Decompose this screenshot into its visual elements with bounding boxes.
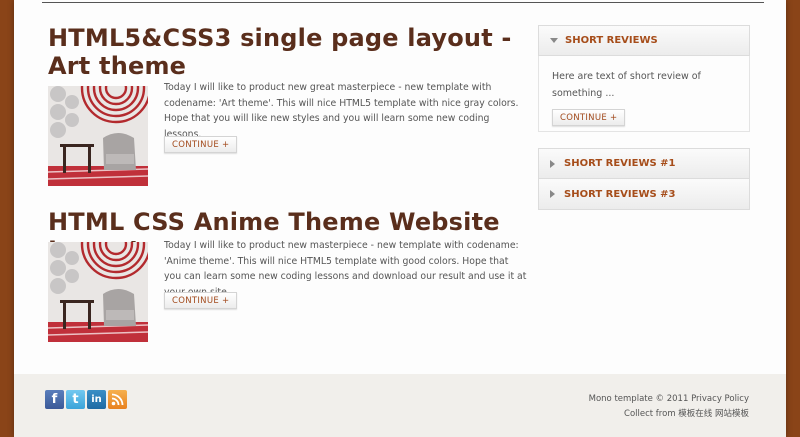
caret-down-icon [550, 38, 558, 43]
post-1: HTML5&CSS3 single page layout - Art them… [48, 24, 528, 186]
continue-button[interactable]: CONTINUE + [552, 109, 626, 126]
accordion-header-short-reviews-1[interactable]: SHORT REVIEWS #1 [538, 148, 750, 179]
post-excerpt: Today I will like to product new masterp… [164, 240, 527, 298]
post-title[interactable]: HTML5&CSS3 single page layout - Art them… [48, 24, 528, 80]
accordion-title: SHORT REVIEWS [565, 35, 658, 46]
interior-image [48, 242, 148, 342]
review-text: Here are text of short review of somethi… [552, 71, 701, 99]
interior-image [48, 86, 148, 186]
post-thumbnail[interactable] [48, 86, 148, 186]
caret-right-icon [550, 159, 555, 168]
continue-button[interactable]: CONTINUE + [164, 136, 238, 153]
copyright-text[interactable]: Mono template © 2011 Privacy Policy [589, 392, 749, 407]
rss-glyph [111, 393, 124, 406]
collect-text[interactable]: Collect from 模板在线 网站模板 [589, 407, 749, 422]
post-excerpt: Today I will like to product new great m… [164, 82, 519, 140]
post-2: HTML CSS Anime Theme Website Layout Toda [48, 208, 528, 342]
social-links: f t in [45, 390, 127, 409]
sidebar: SHORT REVIEWS Here are text of short rev… [538, 25, 750, 210]
accordion-header-short-reviews[interactable]: SHORT REVIEWS [538, 25, 750, 56]
rss-icon[interactable] [108, 390, 127, 409]
accordion-title: SHORT REVIEWS #3 [564, 188, 676, 200]
caret-right-icon [550, 190, 555, 198]
page: HTML5&CSS3 single page layout - Art them… [14, 0, 786, 437]
post-thumbnail[interactable] [48, 242, 148, 342]
accordion-collapsed-group: SHORT REVIEWS #1 SHORT REVIEWS #3 [538, 148, 750, 210]
accordion-panel: Here are text of short review of somethi… [538, 56, 750, 132]
twitter-icon[interactable]: t [66, 390, 85, 409]
footer-credits: Mono template © 2011 Privacy Policy Coll… [589, 392, 749, 422]
linkedin-icon[interactable]: in [87, 390, 106, 409]
top-divider [42, 2, 764, 3]
continue-button[interactable]: CONTINUE + [164, 292, 238, 309]
footer: f t in Mono template © 2011 Privacy Poli… [14, 374, 786, 437]
accordion-header-short-reviews-3[interactable]: SHORT REVIEWS #3 [538, 179, 750, 210]
facebook-icon[interactable]: f [45, 390, 64, 409]
accordion-title: SHORT REVIEWS #1 [564, 158, 676, 169]
